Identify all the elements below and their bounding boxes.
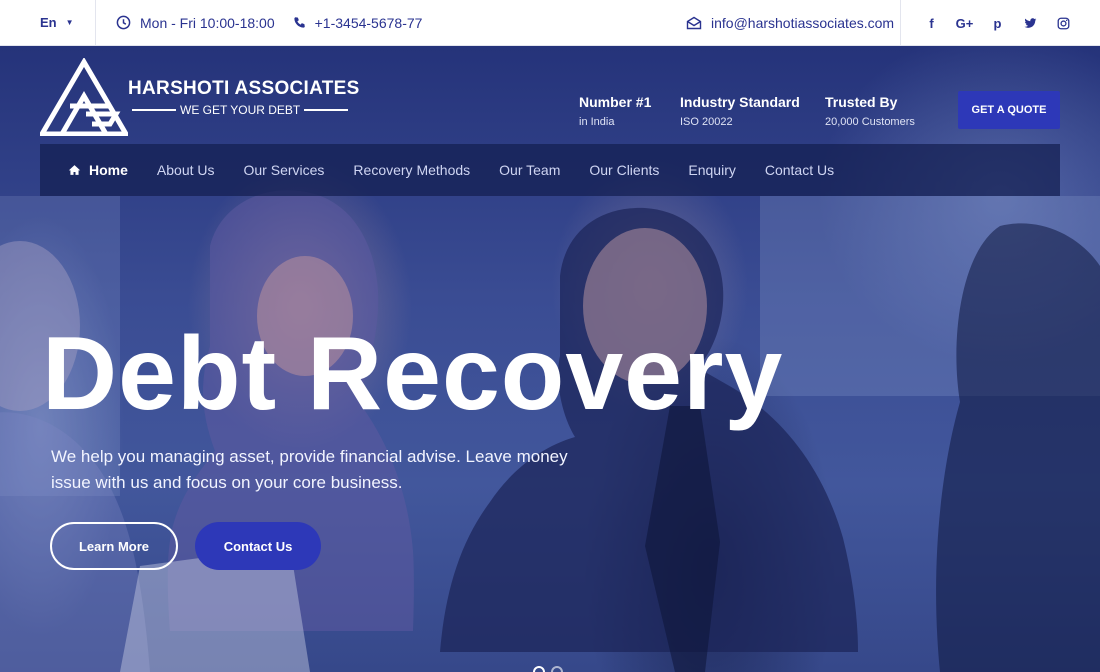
nav-item-about-us[interactable]: About Us [157,162,215,178]
harshoti-logo-icon [40,58,128,136]
brand-tagline: WE GET YOUR DEBT [180,103,301,117]
nav-item-our-services[interactable]: Our Services [244,162,325,178]
hero-section: HARSHOTI ASSOCIATES WE GET YOUR DEBT Num… [0,46,1100,672]
brand-tagline-row: WE GET YOUR DEBT [128,103,360,117]
divider [132,109,176,111]
phone-icon [294,17,305,28]
slider-dot-active[interactable] [533,666,545,672]
learn-more-button[interactable]: Learn More [50,522,178,570]
twitter-icon[interactable] [1014,8,1047,38]
nav-item-contact-us[interactable]: Contact Us [765,162,834,178]
stat-industry-standard: Industry Standard ISO 20022 [680,94,800,128]
home-icon [68,165,81,175]
language-label: En [40,15,57,30]
phone-contact[interactable]: +1-3454-5678-77 [293,14,423,31]
divider [304,109,349,111]
stat-subtitle: 20,000 Customers [825,116,915,128]
nav-label: Home [89,162,128,178]
stat-title: Industry Standard [680,94,800,110]
pinterest-icon[interactable]: p [981,8,1014,38]
nav-item-home[interactable]: Home [68,162,128,178]
stat-subtitle: in India [579,116,615,128]
facebook-icon[interactable]: f [915,8,948,38]
hero-subtext: We help you managing asset, provide fina… [51,447,568,492]
google-plus-icon[interactable]: G+ [948,8,981,38]
hours-text: Mon - Fri 10:00-18:00 [140,14,275,31]
hero-headline: Debt Recovery [42,316,784,432]
slider-dot[interactable] [551,666,563,672]
stat-title: Number #1 [579,94,652,110]
brand-logo[interactable]: HARSHOTI ASSOCIATES WE GET YOUR DEBT [40,58,360,136]
top-bar: En ▼ Mon - Fri 10:00-18:00 +1-3454-5678-… [0,0,1100,46]
clock-icon [116,15,131,30]
stat-title: Trusted By [825,94,898,110]
social-links: f G+ p [900,0,1080,46]
stat-subtitle: ISO 20022 [680,116,733,128]
brand-text: HARSHOTI ASSOCIATES WE GET YOUR DEBT [128,78,360,117]
brand-name: HARSHOTI ASSOCIATES [128,78,360,99]
business-hours: Mon - Fri 10:00-18:00 [116,15,275,31]
chevron-down-icon: ▼ [65,18,74,27]
nav-item-recovery-methods[interactable]: Recovery Methods [353,162,470,178]
nav-item-our-team[interactable]: Our Team [499,162,560,178]
phone-text: +1-3454-5678-77 [314,14,423,31]
nav-item-enquiry[interactable]: Enquiry [688,162,735,178]
stat-number-one: Number #1 in India [579,94,651,128]
get-a-quote-button[interactable]: GET A QUOTE [958,91,1060,129]
contact-us-button[interactable]: Contact Us [195,522,321,570]
email-contact[interactable]: info@harshotiassociates.com [686,0,894,46]
envelope-icon [686,16,702,30]
stat-trusted-by: Trusted By 20,000 Customers [825,94,915,128]
email-text: info@harshotiassociates.com [711,15,895,31]
instagram-icon[interactable] [1047,8,1080,38]
main-navigation: Home About Us Our Services Recovery Meth… [40,144,1060,196]
nav-item-our-clients[interactable]: Our Clients [589,162,659,178]
slider-pagination [533,666,569,672]
language-selector[interactable]: En ▼ [0,0,96,46]
